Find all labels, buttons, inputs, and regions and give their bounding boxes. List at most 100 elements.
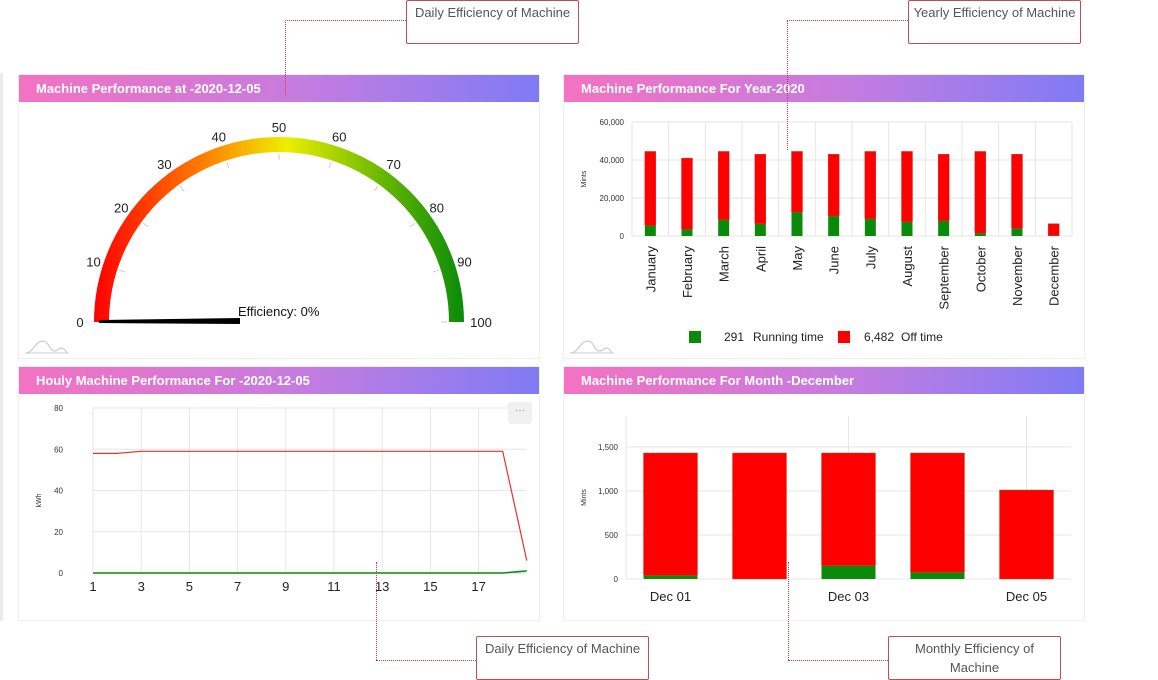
- bar-running-time: [821, 565, 876, 579]
- y-axis-label: Mints: [581, 489, 588, 506]
- yearly-panel-title: Machine Performance For Year-2020: [564, 75, 1084, 102]
- x-tick-label: November: [1010, 245, 1025, 306]
- x-tick-label: 3: [138, 579, 145, 594]
- gauge-tick-label: 90: [457, 255, 471, 270]
- gauge-chart: 0 10 20 30 40 50 60 70 80 90 100 Efficiency: 0%: [76, 120, 492, 330]
- chart-logo-icon: [25, 340, 69, 354]
- bar-running-time: [901, 221, 913, 236]
- y-tick-label: 0: [620, 232, 625, 241]
- bar-off-time: [791, 151, 803, 213]
- yearly-bar-chart: 0 20,000 40,000 60,000 Mints January February M…: [581, 118, 1073, 344]
- monthly-bar-chart: 0 500 1,000 1,500 Mints Dec 01 Dec 03 Dec 05: [581, 416, 1071, 604]
- legend-swatch-off: [838, 331, 850, 343]
- bar-off-time: [827, 154, 840, 217]
- legend-value-running: 291: [724, 330, 744, 344]
- y-tick-label: 80: [54, 404, 63, 413]
- x-tick-label: Dec 05: [1006, 589, 1047, 604]
- y-tick-label: 40,000: [600, 156, 625, 165]
- y-tick-label: 1,000: [598, 487, 619, 496]
- callout-leader: [788, 660, 888, 661]
- gauge-needle: [99, 318, 240, 324]
- left-scroll-strip: [0, 73, 3, 621]
- x-tick-label: 17: [471, 579, 485, 594]
- y-tick-label: 60,000: [600, 118, 625, 127]
- bar-running-time: [938, 220, 950, 236]
- bar-off-time: [974, 151, 987, 234]
- x-tick-label: March: [717, 246, 732, 282]
- ellipsis-icon[interactable]: ···: [508, 402, 532, 424]
- x-tick-label: July: [863, 246, 878, 270]
- y-axis-label: kWh: [36, 493, 43, 507]
- bar-off-time: [643, 452, 698, 576]
- monthly-panel-title: Machine Performance For Month -December: [564, 367, 1084, 394]
- hourly-line-chart: 0204060801 3 5 7 9 11 13 15 17kWh: [36, 404, 528, 594]
- gauge-tick-label: 0: [76, 315, 83, 330]
- x-tick-label: 15: [423, 579, 437, 594]
- gauge-tick: [119, 269, 126, 273]
- y-tick-label: 20,000: [600, 194, 625, 203]
- gauge-tick: [373, 185, 379, 192]
- gauge-tick: [432, 269, 439, 273]
- bar-off-time: [644, 151, 657, 226]
- gauge-tick: [226, 162, 230, 169]
- gauge-tick-label: 100: [470, 315, 492, 330]
- bar-running-time: [828, 216, 840, 236]
- callout-leader: [285, 20, 286, 95]
- yearly-performance-panel: Machine Performance For Year-2020 0 20,00…: [564, 75, 1084, 358]
- bar-running-time: [864, 218, 876, 236]
- x-tick-label: 1: [89, 579, 96, 594]
- x-tick-label: 7: [234, 579, 241, 594]
- bar-running-time: [974, 233, 986, 236]
- gauge-tick: [179, 185, 185, 192]
- gauge-tick-label: 30: [157, 157, 171, 172]
- x-tick-label: May: [790, 246, 805, 271]
- bar-running-time: [791, 212, 803, 236]
- daily-efficiency-callout-top: Daily Efficiency of Machine: [406, 0, 579, 44]
- x-tick-label: September: [937, 245, 952, 309]
- y-tick-label: 20: [54, 528, 63, 537]
- bar-running-time: [644, 225, 656, 236]
- gauge-tick-label: 20: [114, 200, 128, 215]
- bar-off-time: [1011, 154, 1023, 229]
- x-tick-label: Dec 01: [650, 589, 691, 604]
- yearly-efficiency-callout: Yearly Efficiency of Machine: [908, 0, 1081, 44]
- hourly-performance-panel: Houly Machine Performance For -2020-12-0…: [19, 367, 539, 620]
- x-tick-label: June: [827, 246, 842, 274]
- y-tick-label: 60: [54, 445, 63, 454]
- gauge-tick-label: 40: [212, 130, 226, 145]
- bar-off-time: [754, 154, 767, 224]
- daily-efficiency-callout-bottom: Daily Efficiency of Machine: [476, 636, 649, 680]
- legend-label-running: Running time: [753, 330, 824, 344]
- bar-off-time: [901, 151, 913, 222]
- x-tick-label: 11: [327, 579, 341, 594]
- x-tick-label: Dec 03: [828, 589, 869, 604]
- y-tick-label: 0: [614, 575, 619, 584]
- daily-panel-title: Machine Performance at -2020-12-05: [19, 75, 539, 102]
- legend-value-off: 6,482: [864, 330, 894, 344]
- legend-label-off: Off time: [901, 330, 943, 344]
- x-tick-label: 5: [186, 579, 193, 594]
- chart-logo-icon: [570, 340, 614, 354]
- callout-leader: [788, 562, 789, 660]
- bar-off-time: [717, 151, 730, 221]
- gauge-band: [94, 137, 464, 322]
- x-tick-label: August: [900, 246, 915, 287]
- y-tick-label: 40: [54, 487, 63, 496]
- gauge-tick: [142, 222, 149, 228]
- y-tick-label: 0: [59, 569, 64, 578]
- bar-off-time: [910, 452, 965, 573]
- callout-leader: [376, 562, 377, 660]
- x-tick-label: 9: [282, 579, 289, 594]
- monthly-performance-panel: Machine Performance For Month -December …: [564, 367, 1084, 620]
- series-line-running: [93, 570, 527, 574]
- y-tick-label: 1,500: [598, 443, 619, 452]
- callout-leader: [376, 660, 476, 661]
- callout-leader: [787, 20, 788, 150]
- gauge-tick: [409, 222, 416, 228]
- gauge-tick-label: 60: [332, 130, 346, 145]
- gauge-tick-label: 10: [86, 255, 100, 270]
- gauge-tick: [328, 162, 332, 169]
- bar-running-time: [643, 575, 698, 579]
- gauge-tick-label: 80: [430, 200, 444, 215]
- legend-swatch-running: [689, 331, 701, 343]
